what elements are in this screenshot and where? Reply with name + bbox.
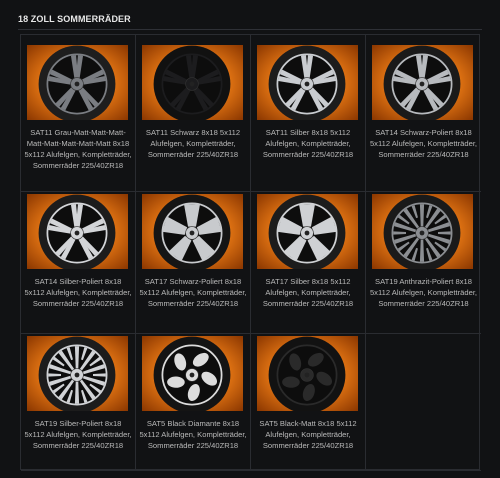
product-caption[interactable]: SAT5 Black-Matt 8x18 5x112 Alufelgen, Ko…	[254, 418, 362, 451]
wheel-icon	[38, 45, 116, 120]
product-caption[interactable]: SAT14 Silber-Poliert 8x18 5x112 Alufelge…	[24, 276, 132, 309]
product-card[interactable]: SAT11 Silber 8x18 5x112 Alufelgen, Kompl…	[251, 35, 366, 192]
wheel-icon	[153, 45, 231, 120]
wheel-image[interactable]	[142, 45, 243, 120]
product-card[interactable]: SAT14 Schwarz-Poliert 8x18 5x112 Alufelg…	[366, 35, 481, 192]
product-card[interactable]: SAT5 Black-Matt 8x18 5x112 Alufelgen, Ko…	[251, 334, 366, 471]
wheel-icon	[268, 336, 346, 411]
wheel-icon	[38, 194, 116, 269]
product-caption[interactable]: SAT11 Schwarz 8x18 5x112 Alufelgen, Komp…	[139, 127, 247, 160]
product-caption[interactable]: SAT17 Schwarz-Poliert 8x18 5x112 Alufelg…	[139, 276, 247, 309]
page-title: 18 ZOLL SOMMERRÄDER	[18, 14, 131, 24]
wheel-icon	[268, 45, 346, 120]
wheel-icon	[268, 194, 346, 269]
product-card[interactable]: SAT19 Anthrazit-Poliert 8x18 5x112 Alufe…	[366, 192, 481, 334]
product-caption[interactable]: SAT5 Black Diamante 8x18 5x112 Alufelgen…	[139, 418, 247, 451]
product-card[interactable]: SAT5 Black Diamante 8x18 5x112 Alufelgen…	[136, 334, 251, 471]
wheel-icon	[383, 194, 461, 269]
product-card[interactable]: SAT11 Grau-Matt-Matt-Matt-Matt-Matt-Matt…	[21, 35, 136, 192]
wheel-image[interactable]	[27, 336, 128, 411]
title-divider	[18, 29, 482, 30]
product-card[interactable]: SAT19 Silber-Poliert 8x18 5x112 Alufelge…	[21, 334, 136, 471]
product-caption[interactable]: SAT11 Grau-Matt-Matt-Matt-Matt-Matt-Matt…	[24, 127, 132, 171]
wheel-image[interactable]	[27, 45, 128, 120]
product-grid: SAT11 Grau-Matt-Matt-Matt-Matt-Matt-Matt…	[20, 34, 481, 471]
wheel-image[interactable]	[257, 336, 358, 411]
wheel-image[interactable]	[257, 45, 358, 120]
wheel-image[interactable]	[257, 194, 358, 269]
wheel-icon	[383, 45, 461, 120]
page: 18 ZOLL SOMMERRÄDER SAT11 Grau-Matt-Matt…	[0, 0, 500, 478]
wheel-image[interactable]	[372, 45, 473, 120]
product-caption[interactable]: SAT19 Silber-Poliert 8x18 5x112 Alufelge…	[24, 418, 132, 451]
wheel-icon	[153, 194, 231, 269]
product-card[interactable]: SAT17 Silber 8x18 5x112 Alufelgen, Kompl…	[251, 192, 366, 334]
empty-cell	[366, 334, 481, 471]
product-card[interactable]: SAT14 Silber-Poliert 8x18 5x112 Alufelge…	[21, 192, 136, 334]
wheel-icon	[153, 336, 231, 411]
wheel-image[interactable]	[27, 194, 128, 269]
product-caption[interactable]: SAT11 Silber 8x18 5x112 Alufelgen, Kompl…	[254, 127, 362, 160]
wheel-image[interactable]	[142, 336, 243, 411]
product-caption[interactable]: SAT14 Schwarz-Poliert 8x18 5x112 Alufelg…	[369, 127, 478, 160]
wheel-image[interactable]	[372, 194, 473, 269]
product-caption[interactable]: SAT17 Silber 8x18 5x112 Alufelgen, Kompl…	[254, 276, 362, 309]
wheel-image[interactable]	[142, 194, 243, 269]
product-card[interactable]: SAT17 Schwarz-Poliert 8x18 5x112 Alufelg…	[136, 192, 251, 334]
product-card[interactable]: SAT11 Schwarz 8x18 5x112 Alufelgen, Komp…	[136, 35, 251, 192]
wheel-icon	[38, 336, 116, 411]
product-caption[interactable]: SAT19 Anthrazit-Poliert 8x18 5x112 Alufe…	[369, 276, 478, 309]
